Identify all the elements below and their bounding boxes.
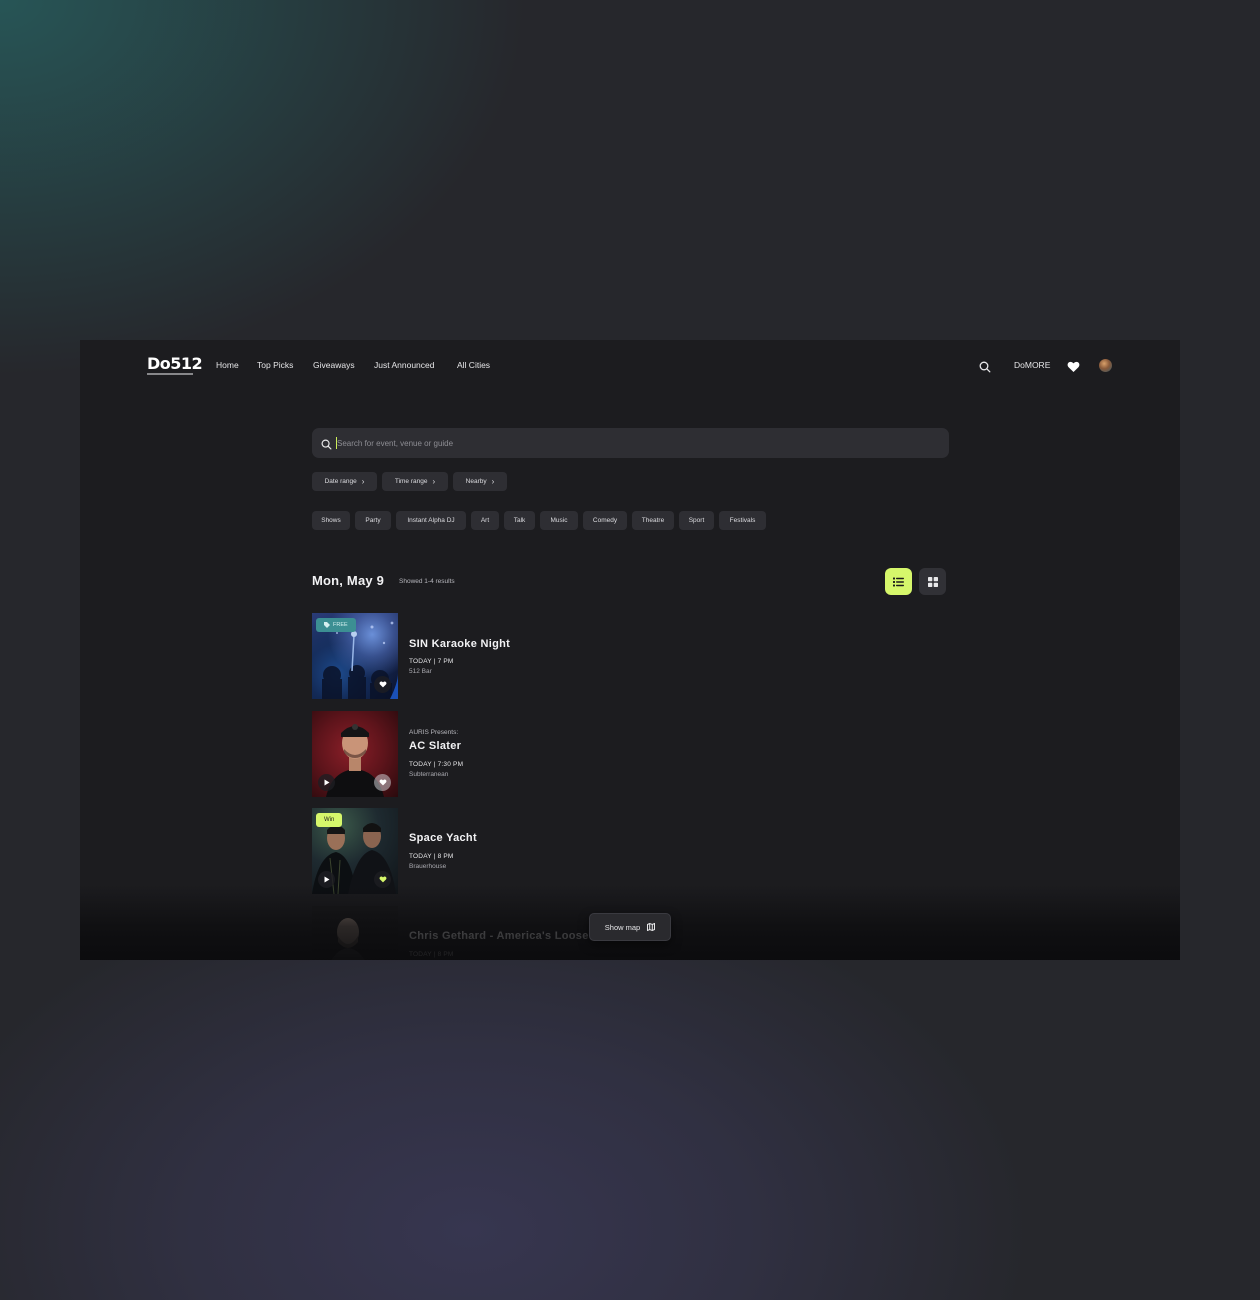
favorite-button[interactable] <box>374 676 391 693</box>
nav-just-announced[interactable]: Just Announced <box>374 360 435 370</box>
category-shows[interactable]: Shows <box>312 511 350 530</box>
event-card[interactable]: Win Space Yacht TODAY | 8 PM Brauerhouse <box>312 808 912 894</box>
search-field-icon <box>321 437 332 455</box>
logo-tagline <box>147 373 193 375</box>
category-sport[interactable]: Sport <box>679 511 714 530</box>
event-card[interactable]: FREE SIN Karaoke Night TODAY | 7 PM 512 … <box>312 613 912 699</box>
nav-domore[interactable]: DoMORE <box>1014 360 1050 370</box>
map-icon <box>647 923 656 931</box>
nav-all-cities[interactable]: All Cities <box>457 360 490 370</box>
win-badge-label: Win <box>324 817 335 823</box>
listing-date: Mon, May 9 <box>312 573 385 588</box>
play-button[interactable] <box>318 774 335 791</box>
nav-top-picks[interactable]: Top Picks <box>257 360 293 370</box>
event-time: TODAY | 8 PM <box>409 853 454 860</box>
nav-giveaways[interactable]: Giveaways <box>313 360 355 370</box>
heart-filled-icon <box>379 876 386 883</box>
category-talk[interactable]: Talk <box>504 511 535 530</box>
chevron-right-icon: › <box>491 476 495 486</box>
list-view-button[interactable] <box>885 568 912 595</box>
favorite-button[interactable] <box>374 774 391 791</box>
category-party[interactable]: Party <box>355 511 391 530</box>
event-card[interactable]: AURIS Presents: AC Slater TODAY | 7:30 P… <box>312 711 912 797</box>
filter-nearby-label: Nearby <box>465 478 487 485</box>
category-music[interactable]: Music <box>540 511 578 530</box>
play-icon <box>324 779 329 786</box>
grid-view-button[interactable] <box>919 568 946 595</box>
category-instant-alpha-dj[interactable]: Instant Alpha DJ <box>396 511 466 530</box>
show-map-button[interactable]: Show map <box>589 913 671 941</box>
event-thumbnail[interactable]: Win <box>312 808 398 894</box>
heart-icon <box>379 779 386 786</box>
comedian-photo <box>331 918 365 960</box>
nav-home[interactable]: Home <box>216 360 239 370</box>
filter-date-range[interactable]: Date range › <box>312 472 377 491</box>
results-count: Showed 1-4 results <box>399 578 455 585</box>
user-avatar[interactable] <box>1099 359 1112 372</box>
favorite-button[interactable] <box>374 871 391 888</box>
event-time: TODAY | 7:30 PM <box>409 761 464 768</box>
search-bar[interactable] <box>312 428 949 458</box>
play-button[interactable] <box>318 871 335 888</box>
tag-icon <box>324 622 330 628</box>
grid-icon <box>927 576 938 587</box>
event-title[interactable]: Chris Gethard - America's Loose <box>409 930 589 942</box>
event-thumbnail[interactable] <box>312 906 398 960</box>
filter-time-range-label: Time range <box>394 478 428 485</box>
event-presenter: AURIS Presents: <box>409 729 459 736</box>
list-icon <box>893 577 904 586</box>
play-icon <box>324 876 329 883</box>
chevron-right-icon: › <box>361 476 365 486</box>
category-art[interactable]: Art <box>471 511 499 530</box>
event-time: TODAY | 7 PM <box>409 658 454 665</box>
category-festivals[interactable]: Festivals <box>719 511 766 530</box>
event-venue[interactable]: Subterranean <box>409 771 448 778</box>
heart-icon <box>379 681 386 688</box>
search-input[interactable] <box>337 428 927 458</box>
category-theatre[interactable]: Theatre <box>632 511 674 530</box>
search-icon[interactable] <box>979 360 991 378</box>
category-comedy[interactable]: Comedy <box>583 511 627 530</box>
chevron-right-icon: › <box>432 476 436 486</box>
event-venue[interactable]: 512 Bar <box>409 668 432 675</box>
filter-date-range-label: Date range <box>324 478 357 485</box>
filter-time-range[interactable]: Time range › <box>382 472 448 491</box>
event-thumbnail[interactable]: FREE <box>312 613 398 699</box>
logo-wordmark: Do512 <box>147 354 203 373</box>
event-time: TODAY | 8 PM <box>409 951 454 958</box>
heart-icon[interactable] <box>1067 360 1080 378</box>
event-thumbnail[interactable] <box>312 711 398 797</box>
win-badge: Win <box>316 813 343 827</box>
event-title[interactable]: AC Slater <box>409 740 461 752</box>
do512-logo[interactable]: Do512 <box>147 354 203 378</box>
free-badge-label: FREE <box>333 622 348 628</box>
free-badge: FREE <box>316 618 356 632</box>
show-map-label: Show map <box>604 922 641 932</box>
event-title[interactable]: Space Yacht <box>409 832 477 844</box>
app-window: Do512 Home Top Picks Giveaways Just Anno… <box>80 340 1180 960</box>
filter-nearby[interactable]: Nearby › <box>453 472 507 491</box>
event-venue[interactable]: Brauerhouse <box>409 863 446 870</box>
event-title[interactable]: SIN Karaoke Night <box>409 638 510 650</box>
